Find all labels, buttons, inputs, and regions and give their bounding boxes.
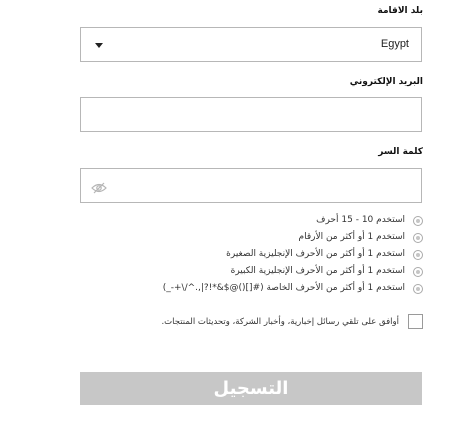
email-label: البريد الإلكتروني — [349, 77, 423, 87]
password-rule: استخدم 1 أو أكثر من الأحرف الخاصة (#[]()… — [163, 280, 423, 297]
email-field[interactable] — [80, 97, 422, 132]
country-select-value: Egypt — [380, 38, 409, 50]
radio-dot-icon — [413, 266, 423, 277]
password-label: كلمة السر — [378, 147, 423, 157]
register-button[interactable]: التسجيل — [80, 372, 422, 405]
password-rule: استخدم 1 أو أكثر من الأحرف الإنجليزية ال… — [163, 263, 423, 280]
caret-down-icon — [95, 43, 103, 48]
consent-text: أوافق على تلقي رسائل إخبارية، وأخبار الش… — [161, 317, 399, 327]
radio-dot-icon — [413, 215, 423, 226]
password-field[interactable] — [80, 168, 422, 203]
password-rule: استخدم 1 أو أكثر من الأحرف الإنجليزية ال… — [163, 246, 423, 263]
country-label: بلد الاقامة — [377, 6, 423, 16]
password-rule-text: استخدم 1 أو أكثر من الأرقام — [298, 232, 406, 242]
consent-checkbox[interactable] — [408, 314, 423, 329]
eye-slash-icon[interactable] — [91, 179, 107, 198]
password-rule-text: استخدم 1 أو أكثر من الأحرف الخاصة (#[]()… — [162, 283, 405, 293]
radio-dot-icon — [413, 232, 423, 243]
password-rule-text: استخدم 1 أو أكثر من الأحرف الإنجليزية ال… — [226, 249, 405, 259]
radio-dot-icon — [413, 283, 423, 294]
password-rule-text: استخدم 10 - 15 أحرف — [316, 215, 405, 225]
password-rule: استخدم 1 أو أكثر من الأرقام — [163, 229, 423, 246]
password-rule: استخدم 10 - 15 أحرف — [163, 212, 423, 229]
radio-dot-icon — [413, 249, 423, 260]
password-rules-list: استخدم 10 - 15 أحرف استخدم 1 أو أكثر من … — [163, 212, 423, 297]
country-select[interactable]: Egypt — [80, 27, 422, 62]
password-rule-text: استخدم 1 أو أكثر من الأحرف الإنجليزية ال… — [230, 266, 405, 276]
